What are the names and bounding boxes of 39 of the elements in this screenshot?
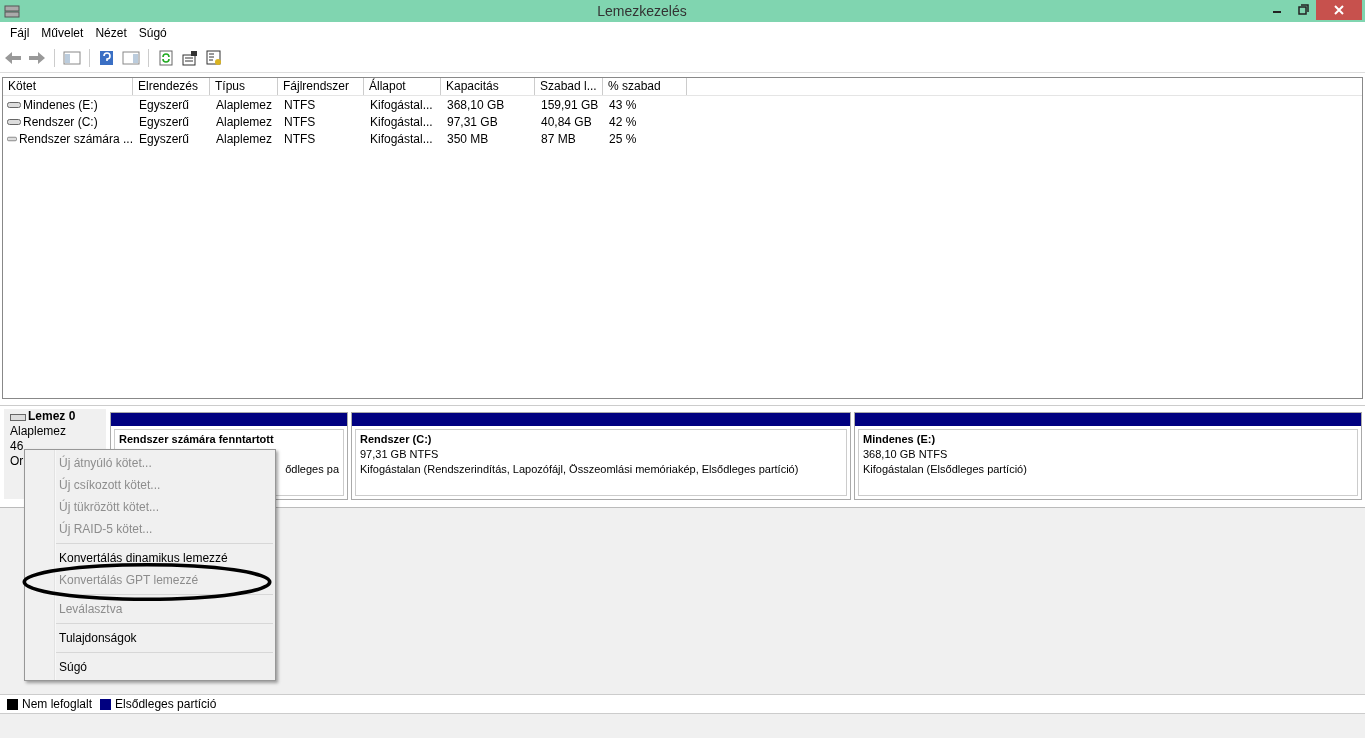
partition-detail: ődleges pa (285, 462, 339, 477)
table-cell-text: 43 % (608, 97, 638, 112)
partition-name: Rendszer (C:) (360, 432, 433, 447)
table-cell-text: Alaplemez (215, 97, 274, 112)
table-cell-text: Kifogástal... (369, 97, 434, 112)
disk-size: 46 (10, 439, 24, 454)
partition-detail: 368,10 GB NTFS (863, 447, 949, 462)
table-cell-text: Egyszerű (138, 97, 191, 112)
table-cell-text: Kifogástal... (369, 114, 434, 129)
table-cell: Rendszer (C:) (23, 114, 98, 129)
table-cell-text: 25 % (608, 131, 638, 146)
disk-name: Lemez 0 (28, 409, 76, 424)
table-cell-text: 350 MB (446, 131, 490, 146)
table-cell-text: Alaplemez (215, 114, 274, 129)
table-cell: Rendszer számára ... (18, 131, 133, 146)
window-title: Lemezkezelés (596, 3, 688, 19)
table-cell-text: NTFS (283, 97, 317, 112)
table-cell-text: Kifogástal... (369, 131, 434, 146)
table-cell-text: 87 MB (540, 131, 577, 146)
table-cell-text: 368,10 GB (446, 97, 506, 112)
table-cell-text: 40,84 GB (540, 114, 593, 129)
table-cell-text: NTFS (283, 114, 317, 129)
partition-detail: 97,31 GB NTFS (360, 447, 440, 462)
table-cell-text: 42 % (608, 114, 638, 129)
table-cell-text: NTFS (283, 131, 317, 146)
legend-label: Elsődleges partíció (115, 697, 217, 711)
legend-label: Nem lefoglalt (22, 697, 93, 711)
table-cell-text: Egyszerű (138, 114, 191, 129)
partition-name: Mindenes (E:) (863, 432, 937, 447)
disk-type: Alaplemez (10, 424, 67, 439)
table-cell-text: Egyszerű (138, 131, 191, 146)
table-cell-text: Alaplemez (215, 131, 274, 146)
table-cell-text: 159,91 GB (540, 97, 600, 112)
partition-detail: Kifogástalan (Rendszerindítás, Lapozófájl, Összeomlási memóriakép, Elsődleges partíció) (360, 462, 800, 477)
partition-name: Rendszer számára fenntartott (119, 432, 275, 447)
partition-detail: Kifogástalan (Elsődleges partíció) (863, 462, 1028, 477)
disk-status: Or (10, 454, 24, 469)
table-cell: Mindenes (E:) (23, 97, 98, 112)
table-cell-text: 97,31 GB (446, 114, 499, 129)
